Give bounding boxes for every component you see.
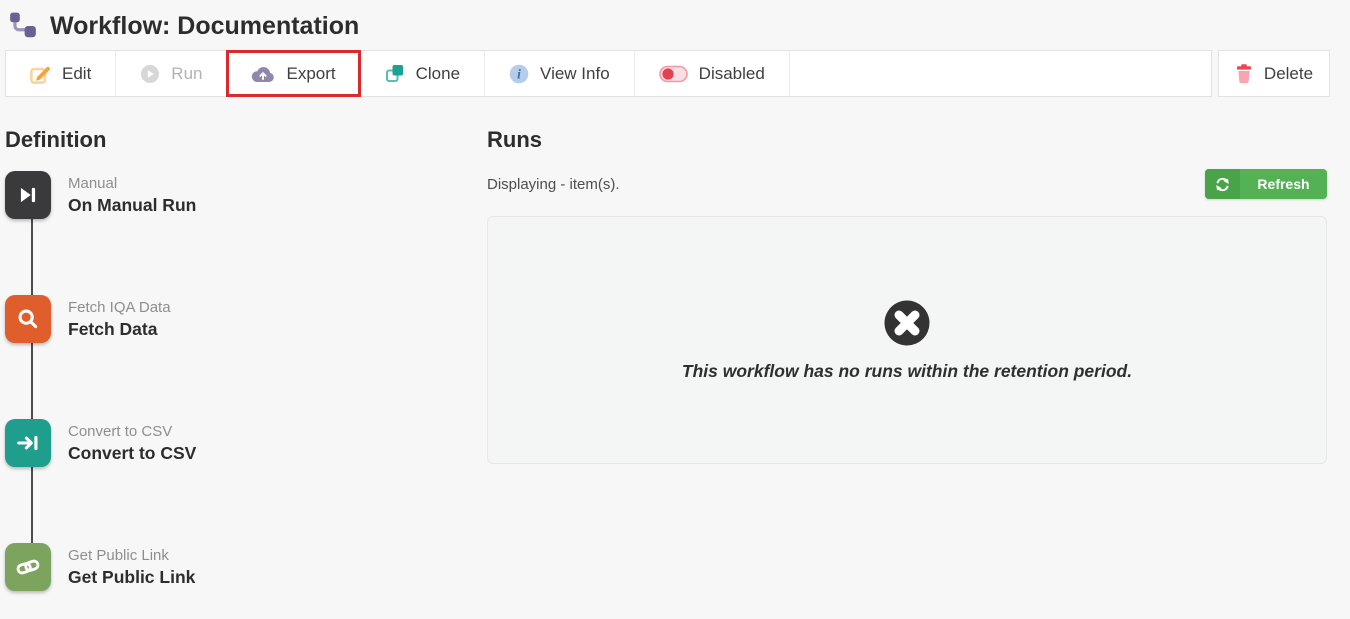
step-name: Fetch Data <box>68 319 171 340</box>
clone-button[interactable]: Clone <box>361 51 485 96</box>
step-name: On Manual Run <box>68 195 196 216</box>
runs-heading: Runs <box>487 127 1327 153</box>
edit-button[interactable]: Edit <box>6 51 116 96</box>
runs-empty-state: This workflow has no runs within the ret… <box>487 216 1327 464</box>
clone-button-label: Clone <box>416 64 460 84</box>
search-icon <box>5 295 51 343</box>
arrow-to-bar-icon <box>5 419 51 467</box>
runs-section: Runs Displaying - item(s). Refresh <box>487 127 1327 591</box>
link-icon <box>5 543 51 591</box>
refresh-button[interactable]: Refresh <box>1205 169 1327 199</box>
toolbar: Edit Run Export <box>5 50 1330 97</box>
definition-heading: Definition <box>5 127 487 153</box>
page-title: Workflow: Documentation <box>50 12 359 41</box>
workflow-steps: Manual On Manual Run Fetch IQA Data Fetc… <box>5 171 487 591</box>
step-text: Convert to CSV Convert to CSV <box>68 419 196 467</box>
step-text: Get Public Link Get Public Link <box>68 543 195 591</box>
step-text: Manual On Manual Run <box>68 171 196 219</box>
step-get-public-link[interactable]: Get Public Link Get Public Link <box>5 543 487 591</box>
main-area: Definition Manual On Manual Run <box>0 127 1350 591</box>
step-fetch-data[interactable]: Fetch IQA Data Fetch Data <box>5 295 487 343</box>
step-type: Fetch IQA Data <box>68 299 171 316</box>
toolbar-main: Edit Run Export <box>5 50 1212 97</box>
step-name: Get Public Link <box>68 567 195 588</box>
skip-forward-icon <box>5 171 51 219</box>
page-header: Workflow: Documentation <box>0 0 1350 44</box>
view-info-button-label: View Info <box>540 64 610 84</box>
delete-button-label: Delete <box>1264 64 1313 84</box>
sync-icon <box>1205 169 1240 199</box>
export-button[interactable]: Export <box>227 51 360 96</box>
disabled-toggle-button[interactable]: Disabled <box>635 51 790 96</box>
toggle-off-icon <box>659 65 688 83</box>
x-circle-icon <box>883 299 931 347</box>
disabled-toggle-label: Disabled <box>699 64 765 84</box>
step-type: Manual <box>68 175 196 192</box>
toolbar-spacer <box>790 51 1211 96</box>
workflow-nodes-icon <box>8 11 38 41</box>
empty-state-message: This workflow has no runs within the ret… <box>682 361 1132 382</box>
trash-icon <box>1235 63 1253 84</box>
edit-button-label: Edit <box>62 64 91 84</box>
step-type: Convert to CSV <box>68 423 196 440</box>
step-text: Fetch IQA Data Fetch Data <box>68 295 171 343</box>
cloud-upload-icon <box>251 65 275 83</box>
runs-toolbar-row: Displaying - item(s). Refresh <box>487 169 1327 199</box>
step-name: Convert to CSV <box>68 443 196 464</box>
run-button-label: Run <box>171 64 202 84</box>
view-info-button[interactable]: i View Info <box>485 51 635 96</box>
svg-text:i: i <box>517 66 521 81</box>
step-type: Get Public Link <box>68 547 195 564</box>
step-on-manual-run[interactable]: Manual On Manual Run <box>5 171 487 219</box>
step-convert-to-csv[interactable]: Convert to CSV Convert to CSV <box>5 419 487 467</box>
displaying-count-text: Displaying - item(s). <box>487 176 620 193</box>
run-button[interactable]: Run <box>116 51 227 96</box>
export-button-label: Export <box>286 64 335 84</box>
info-circle-icon: i <box>509 64 529 84</box>
refresh-button-label: Refresh <box>1240 176 1327 192</box>
definition-section: Definition Manual On Manual Run <box>5 127 487 591</box>
pen-square-icon <box>30 63 51 84</box>
delete-button[interactable]: Delete <box>1218 50 1330 97</box>
clone-icon <box>385 63 405 84</box>
play-circle-icon <box>140 64 160 84</box>
